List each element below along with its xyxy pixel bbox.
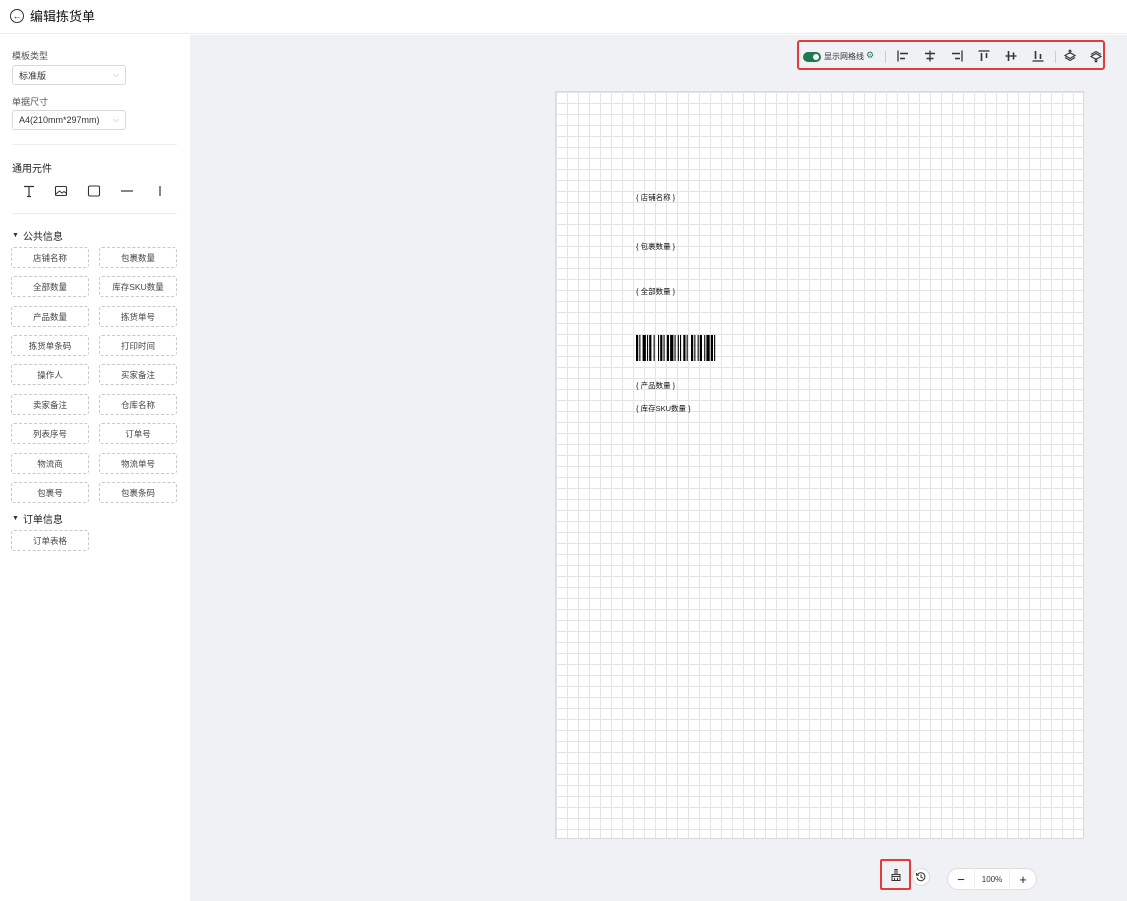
broom-icon — [891, 868, 900, 881]
barcode-bar — [683, 335, 686, 361]
barcode-bar — [639, 335, 641, 361]
barcode-bar — [677, 335, 679, 361]
chip-package-number[interactable]: 包裹号 — [11, 482, 89, 503]
barcode-bar — [714, 335, 716, 361]
template-type-value: 标准版 — [19, 70, 47, 81]
divider — [12, 144, 177, 145]
align-center-vertical-icon[interactable] — [1004, 49, 1018, 63]
barcode-bar — [704, 335, 706, 361]
design-canvas[interactable]: { 店铺名称 } { 包裹数量 } { 全部数量 } { 产品数量 } { 库存… — [555, 91, 1084, 839]
chip-operator[interactable]: 操作人 — [11, 364, 89, 385]
chip-warehouse-name[interactable]: 仓库名称 — [99, 394, 177, 415]
text-icon[interactable] — [20, 183, 38, 199]
barcode-bar — [636, 335, 639, 361]
chip-package-count[interactable]: 包裹数量 — [99, 247, 177, 268]
barcode-bar — [694, 335, 696, 361]
barcode-bar — [660, 335, 663, 361]
barcode-bar — [706, 335, 710, 361]
barcode-bar — [647, 335, 649, 361]
vertical-line-icon[interactable] — [151, 183, 169, 199]
canvas-field-stock-sku-count[interactable]: { 库存SKU数量 } — [636, 403, 691, 414]
barcode-bar — [649, 335, 652, 361]
chip-total-quantity[interactable]: 全部数量 — [11, 276, 89, 297]
chip-tracking-number[interactable]: 物流单号 — [99, 453, 177, 474]
horizontal-line-icon[interactable] — [118, 183, 136, 199]
template-type-select[interactable]: 标准版 ⌵ — [12, 65, 126, 85]
template-type-label: 模板类型 — [12, 51, 49, 61]
bring-to-front-icon[interactable] — [1063, 49, 1077, 63]
divider — [1055, 51, 1056, 63]
chip-package-barcode[interactable]: 包裹条码 — [99, 482, 177, 503]
chevron-down-icon: ⌵ — [112, 115, 119, 124]
barcode-bar — [642, 335, 646, 361]
barcode-bar — [658, 335, 660, 361]
clear-canvas-button[interactable] — [880, 859, 911, 890]
common-components-title: 通用元件 — [12, 164, 52, 175]
barcode-bar — [680, 335, 682, 361]
chip-picking-barcode[interactable]: 拣货单条码 — [11, 335, 89, 356]
barcode-bar — [686, 335, 688, 361]
align-top-icon[interactable] — [977, 49, 991, 63]
workspace: 显示网格线 ⚙ { 店铺名称 } { 包裹数量 } { 全部数量 } { 产品数… — [190, 35, 1127, 901]
divider — [885, 51, 886, 63]
caret-down-icon: ▼ — [12, 232, 19, 239]
barcode-bar — [663, 335, 665, 361]
header: ← 编辑拣货单 — [0, 0, 1127, 34]
align-right-icon[interactable] — [950, 49, 964, 63]
chip-stock-sku-count[interactable]: 库存SKU数量 — [99, 276, 177, 297]
align-center-horizontal-icon[interactable] — [923, 49, 937, 63]
barcode-bar — [697, 335, 699, 361]
grid-toggle[interactable] — [803, 52, 821, 62]
zoom-in-button[interactable]: + — [1010, 868, 1036, 890]
alignment-toolbar: 显示网格线 ⚙ — [797, 40, 1105, 70]
paper-size-value: A4(210mm*297mm) — [19, 115, 100, 125]
gear-icon[interactable]: ⚙ — [866, 50, 874, 61]
barcode-bar — [699, 335, 702, 361]
sidebar: 模板类型 标准版 ⌵ 单据尺寸 A4(210mm*297mm) ⌵ 通用元件 ▼… — [0, 35, 190, 901]
chip-store-name[interactable]: 店铺名称 — [11, 247, 89, 268]
canvas-barcode[interactable] — [636, 335, 760, 361]
history-icon — [916, 872, 926, 882]
zoom-level: 100% — [974, 868, 1010, 890]
back-arrow-icon[interactable]: ← — [10, 9, 24, 23]
chip-carrier[interactable]: 物流商 — [11, 453, 89, 474]
history-button[interactable] — [912, 868, 930, 886]
align-left-icon[interactable] — [896, 49, 910, 63]
zoom-out-button[interactable]: − — [948, 868, 974, 890]
chip-product-quantity[interactable]: 产品数量 — [11, 306, 89, 327]
component-tools — [12, 183, 177, 199]
canvas-field-store-name[interactable]: { 店铺名称 } — [636, 192, 675, 203]
caret-down-icon: ▼ — [12, 515, 19, 522]
grid-toggle-label: 显示网格线 — [824, 52, 864, 61]
zoom-control: − 100% + — [947, 868, 1037, 890]
rectangle-icon[interactable] — [85, 183, 103, 199]
chip-list-index[interactable]: 列表序号 — [11, 423, 89, 444]
barcode-bar — [670, 335, 674, 361]
canvas-field-package-count[interactable]: { 包裹数量 } — [636, 241, 675, 252]
barcode-bar — [653, 335, 655, 361]
chevron-down-icon: ⌵ — [112, 70, 119, 79]
divider — [12, 213, 177, 214]
canvas-field-total-quantity[interactable]: { 全部数量 } — [636, 286, 675, 297]
chip-picking-number[interactable]: 拣货单号 — [99, 306, 177, 327]
barcode-bar — [691, 335, 694, 361]
barcode-bar — [674, 335, 676, 361]
chip-order-number[interactable]: 订单号 — [99, 423, 177, 444]
group-title-order-info[interactable]: ▼ 订单信息 — [12, 511, 63, 526]
canvas-field-product-quantity[interactable]: { 产品数量 } — [636, 380, 675, 391]
image-icon[interactable] — [52, 183, 70, 199]
chip-print-time[interactable]: 打印时间 — [99, 335, 177, 356]
paper-size-select[interactable]: A4(210mm*297mm) ⌵ — [12, 110, 126, 130]
align-bottom-icon[interactable] — [1031, 49, 1045, 63]
chip-order-table[interactable]: 订单表格 — [11, 530, 89, 551]
chip-buyer-note[interactable]: 买家备注 — [99, 364, 177, 385]
chip-seller-note[interactable]: 卖家备注 — [11, 394, 89, 415]
group-title-public-info[interactable]: ▼ 公共信息 — [12, 228, 63, 243]
send-to-back-icon[interactable] — [1089, 49, 1103, 63]
paper-size-label: 单据尺寸 — [12, 97, 49, 107]
page-title: 编辑拣货单 — [30, 9, 96, 24]
barcode-bar — [710, 335, 713, 361]
barcode-bar — [666, 335, 669, 361]
